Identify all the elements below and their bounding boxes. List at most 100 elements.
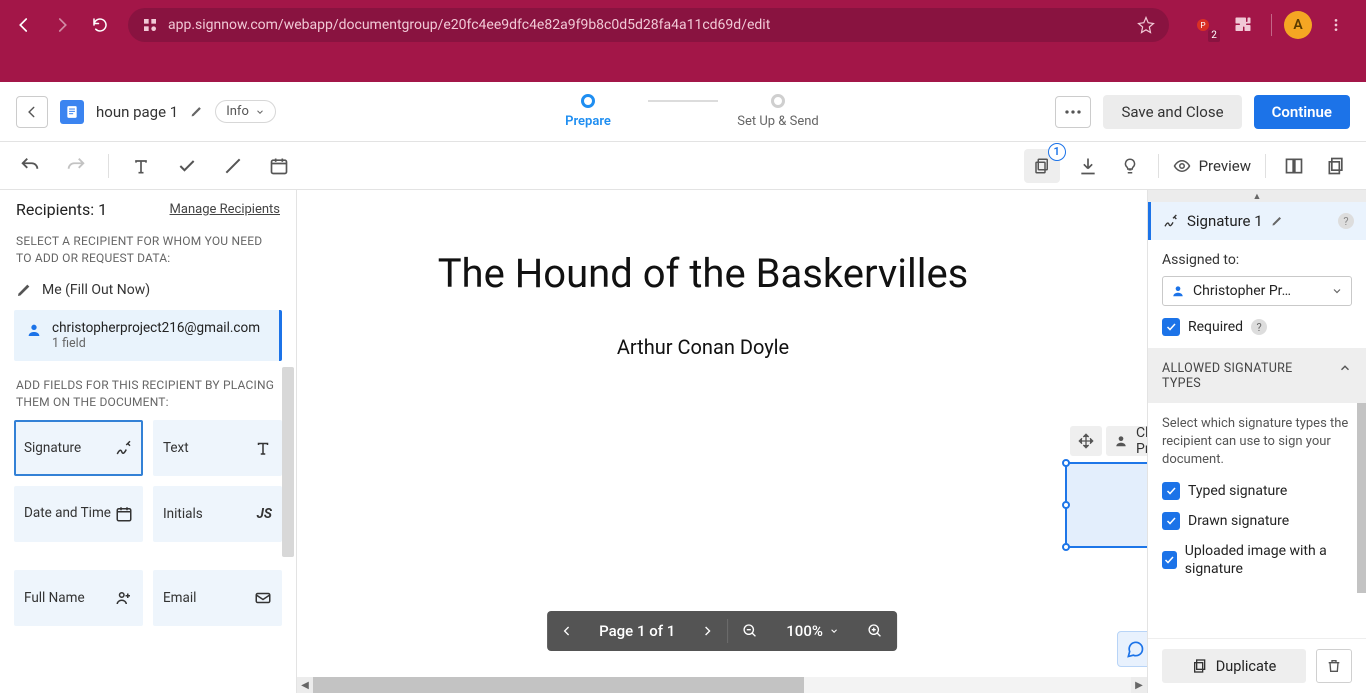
document-icon — [60, 100, 84, 124]
chevron-down-icon — [1331, 285, 1343, 297]
browser-menu-icon[interactable] — [1320, 9, 1352, 41]
allowed-types-body: Select which signature types the recipie… — [1148, 403, 1366, 590]
zoom-in[interactable] — [853, 611, 897, 651]
select-recipient-hint: SELECT A RECIPIENT FOR WHOM YOU NEED TO … — [0, 223, 296, 274]
scroll-up-arrow[interactable]: ▲ — [1148, 190, 1366, 202]
field-tile-email[interactable]: Email — [153, 570, 282, 626]
resize-handle[interactable] — [1062, 501, 1070, 509]
help-chat-button[interactable] — [1117, 631, 1147, 667]
preview-button[interactable]: Preview — [1173, 157, 1251, 175]
signature-field[interactable]: Signature — [1065, 462, 1147, 548]
recipient-card[interactable]: christopherproject216@gmail.com 1 field — [14, 310, 282, 361]
copy-icon — [1192, 658, 1208, 674]
delete-field-button[interactable] — [1316, 649, 1352, 683]
zoom-dropdown[interactable]: 100% — [772, 611, 853, 651]
field-tile-fullname[interactable]: Full Name — [14, 570, 143, 626]
checkbox-checked-icon[interactable] — [1162, 318, 1180, 336]
text-tool[interactable] — [127, 152, 155, 180]
app-topbar: houn page 1 Info Prepare Set Up & Send S… — [0, 82, 1366, 142]
step-setup-send[interactable]: Set Up & Send — [718, 94, 838, 129]
person-icon — [26, 322, 42, 338]
resize-handle[interactable] — [1062, 543, 1070, 551]
horizontal-scrollbar[interactable]: ◀ ▶ — [297, 677, 1147, 693]
field-tile-signature[interactable]: Signature — [14, 420, 143, 476]
zoom-out[interactable] — [728, 611, 772, 651]
required-checkbox-row[interactable]: Required ? — [1162, 318, 1352, 336]
more-menu-button[interactable] — [1055, 96, 1091, 128]
assigned-to-label: Assigned to: — [1162, 252, 1352, 268]
field-floating-toolbar: Christopher Project — [1070, 426, 1147, 456]
info-dropdown[interactable]: Info — [215, 100, 276, 123]
help-icon[interactable]: ? — [1251, 319, 1267, 335]
resize-handle[interactable] — [1062, 459, 1070, 467]
redo-button[interactable] — [62, 152, 90, 180]
checkbox-checked-icon[interactable] — [1162, 512, 1180, 530]
uploaded-signature-checkbox[interactable]: Uploaded image with a signature — [1162, 542, 1352, 578]
scroll-left-arrow[interactable]: ◀ — [297, 677, 313, 693]
add-fields-hint: ADD FIELDS FOR THIS RECIPIENT BY PLACING… — [0, 367, 296, 418]
person-icon — [1171, 284, 1185, 298]
assigned-to-section: Assigned to: Christopher Pr… Required ? — [1148, 240, 1366, 349]
browser-back[interactable] — [8, 9, 40, 41]
pager-prev[interactable] — [547, 611, 587, 651]
initials-icon: JS — [257, 506, 272, 522]
step-prepare[interactable]: Prepare — [528, 94, 648, 129]
recipient-me[interactable]: Me (Fill Out Now) — [0, 274, 296, 306]
extension-icon[interactable]: P 2 — [1187, 9, 1219, 41]
email-icon — [254, 589, 272, 607]
line-tool[interactable] — [219, 152, 247, 180]
site-settings-icon[interactable] — [142, 17, 158, 33]
recipients-count: Recipients: 1 — [16, 200, 107, 219]
drawn-signature-checkbox[interactable]: Drawn signature — [1162, 512, 1352, 530]
continue-button[interactable]: Continue — [1254, 95, 1350, 129]
extension-count-badge: 2 — [1207, 29, 1221, 43]
field-move-handle[interactable] — [1070, 426, 1102, 456]
manage-recipients-link[interactable]: Manage Recipients — [170, 202, 280, 217]
checkbox-checked-icon[interactable] — [1162, 482, 1180, 500]
duplicate-button[interactable]: Duplicate — [1162, 649, 1306, 683]
field-tile-datetime[interactable]: Date and Time — [14, 486, 143, 542]
help-icon[interactable]: ? — [1338, 213, 1354, 229]
save-and-close-button[interactable]: Save and Close — [1103, 95, 1241, 129]
check-tool[interactable] — [173, 152, 201, 180]
document-canvas: The Hound of the Baskervilles Arthur Con… — [297, 190, 1147, 693]
field-tile-initials[interactable]: Initials JS — [153, 486, 282, 542]
copy-all-button[interactable] — [1322, 152, 1350, 180]
browser-forward[interactable] — [46, 9, 78, 41]
main-layout: Recipients: 1 Manage Recipients SELECT A… — [0, 190, 1366, 693]
rename-icon[interactable] — [190, 105, 203, 118]
document-title[interactable]: houn page 1 — [96, 103, 178, 121]
properties-panel: ▲ Signature 1 ? Assigned to: Christopher… — [1147, 190, 1366, 693]
properties-header: Signature 1 ? — [1148, 202, 1366, 240]
calendar-tool[interactable] — [265, 152, 293, 180]
allowed-types-header[interactable]: ALLOWED SIGNATURE TYPES — [1148, 349, 1366, 403]
typed-signature-checkbox[interactable]: Typed signature — [1162, 482, 1352, 500]
hint-bulb-button[interactable] — [1116, 152, 1144, 180]
left-panel-scrollbar[interactable] — [282, 367, 294, 557]
profile-avatar[interactable]: A — [1284, 11, 1312, 39]
canvas-scroll-area[interactable]: The Hound of the Baskervilles Arthur Con… — [297, 190, 1147, 677]
chevron-down-icon — [255, 107, 265, 117]
divider — [1271, 14, 1272, 36]
field-name[interactable]: Signature 1 — [1187, 212, 1263, 230]
bookmark-star-icon[interactable] — [1137, 16, 1155, 34]
download-button[interactable] — [1074, 152, 1102, 180]
signature-icon — [1163, 213, 1179, 229]
field-assignee-dropdown[interactable]: Christopher Project — [1106, 426, 1147, 456]
scroll-right-arrow[interactable]: ▶ — [1131, 677, 1147, 693]
edit-name-icon[interactable] — [1271, 215, 1283, 227]
chevron-up-icon — [1338, 361, 1352, 375]
assignee-select[interactable]: Christopher Pr… — [1162, 276, 1352, 306]
back-button[interactable] — [16, 96, 48, 128]
field-tile-text[interactable]: Text — [153, 420, 282, 476]
checkbox-checked-icon[interactable] — [1162, 551, 1177, 569]
swap-layout-button[interactable] — [1280, 152, 1308, 180]
hscroll-thumb[interactable] — [313, 677, 804, 693]
fields-palette: Signature Text Date and Time Initials JS — [0, 418, 296, 636]
url-bar[interactable]: app.signnow.com/webapp/documentgroup/e20… — [128, 8, 1169, 42]
pager-next[interactable] — [687, 611, 727, 651]
undo-button[interactable] — [16, 152, 44, 180]
pages-panel-button[interactable]: 1 — [1024, 149, 1060, 183]
extensions-puzzle-icon[interactable] — [1227, 9, 1259, 41]
browser-reload[interactable] — [84, 9, 116, 41]
